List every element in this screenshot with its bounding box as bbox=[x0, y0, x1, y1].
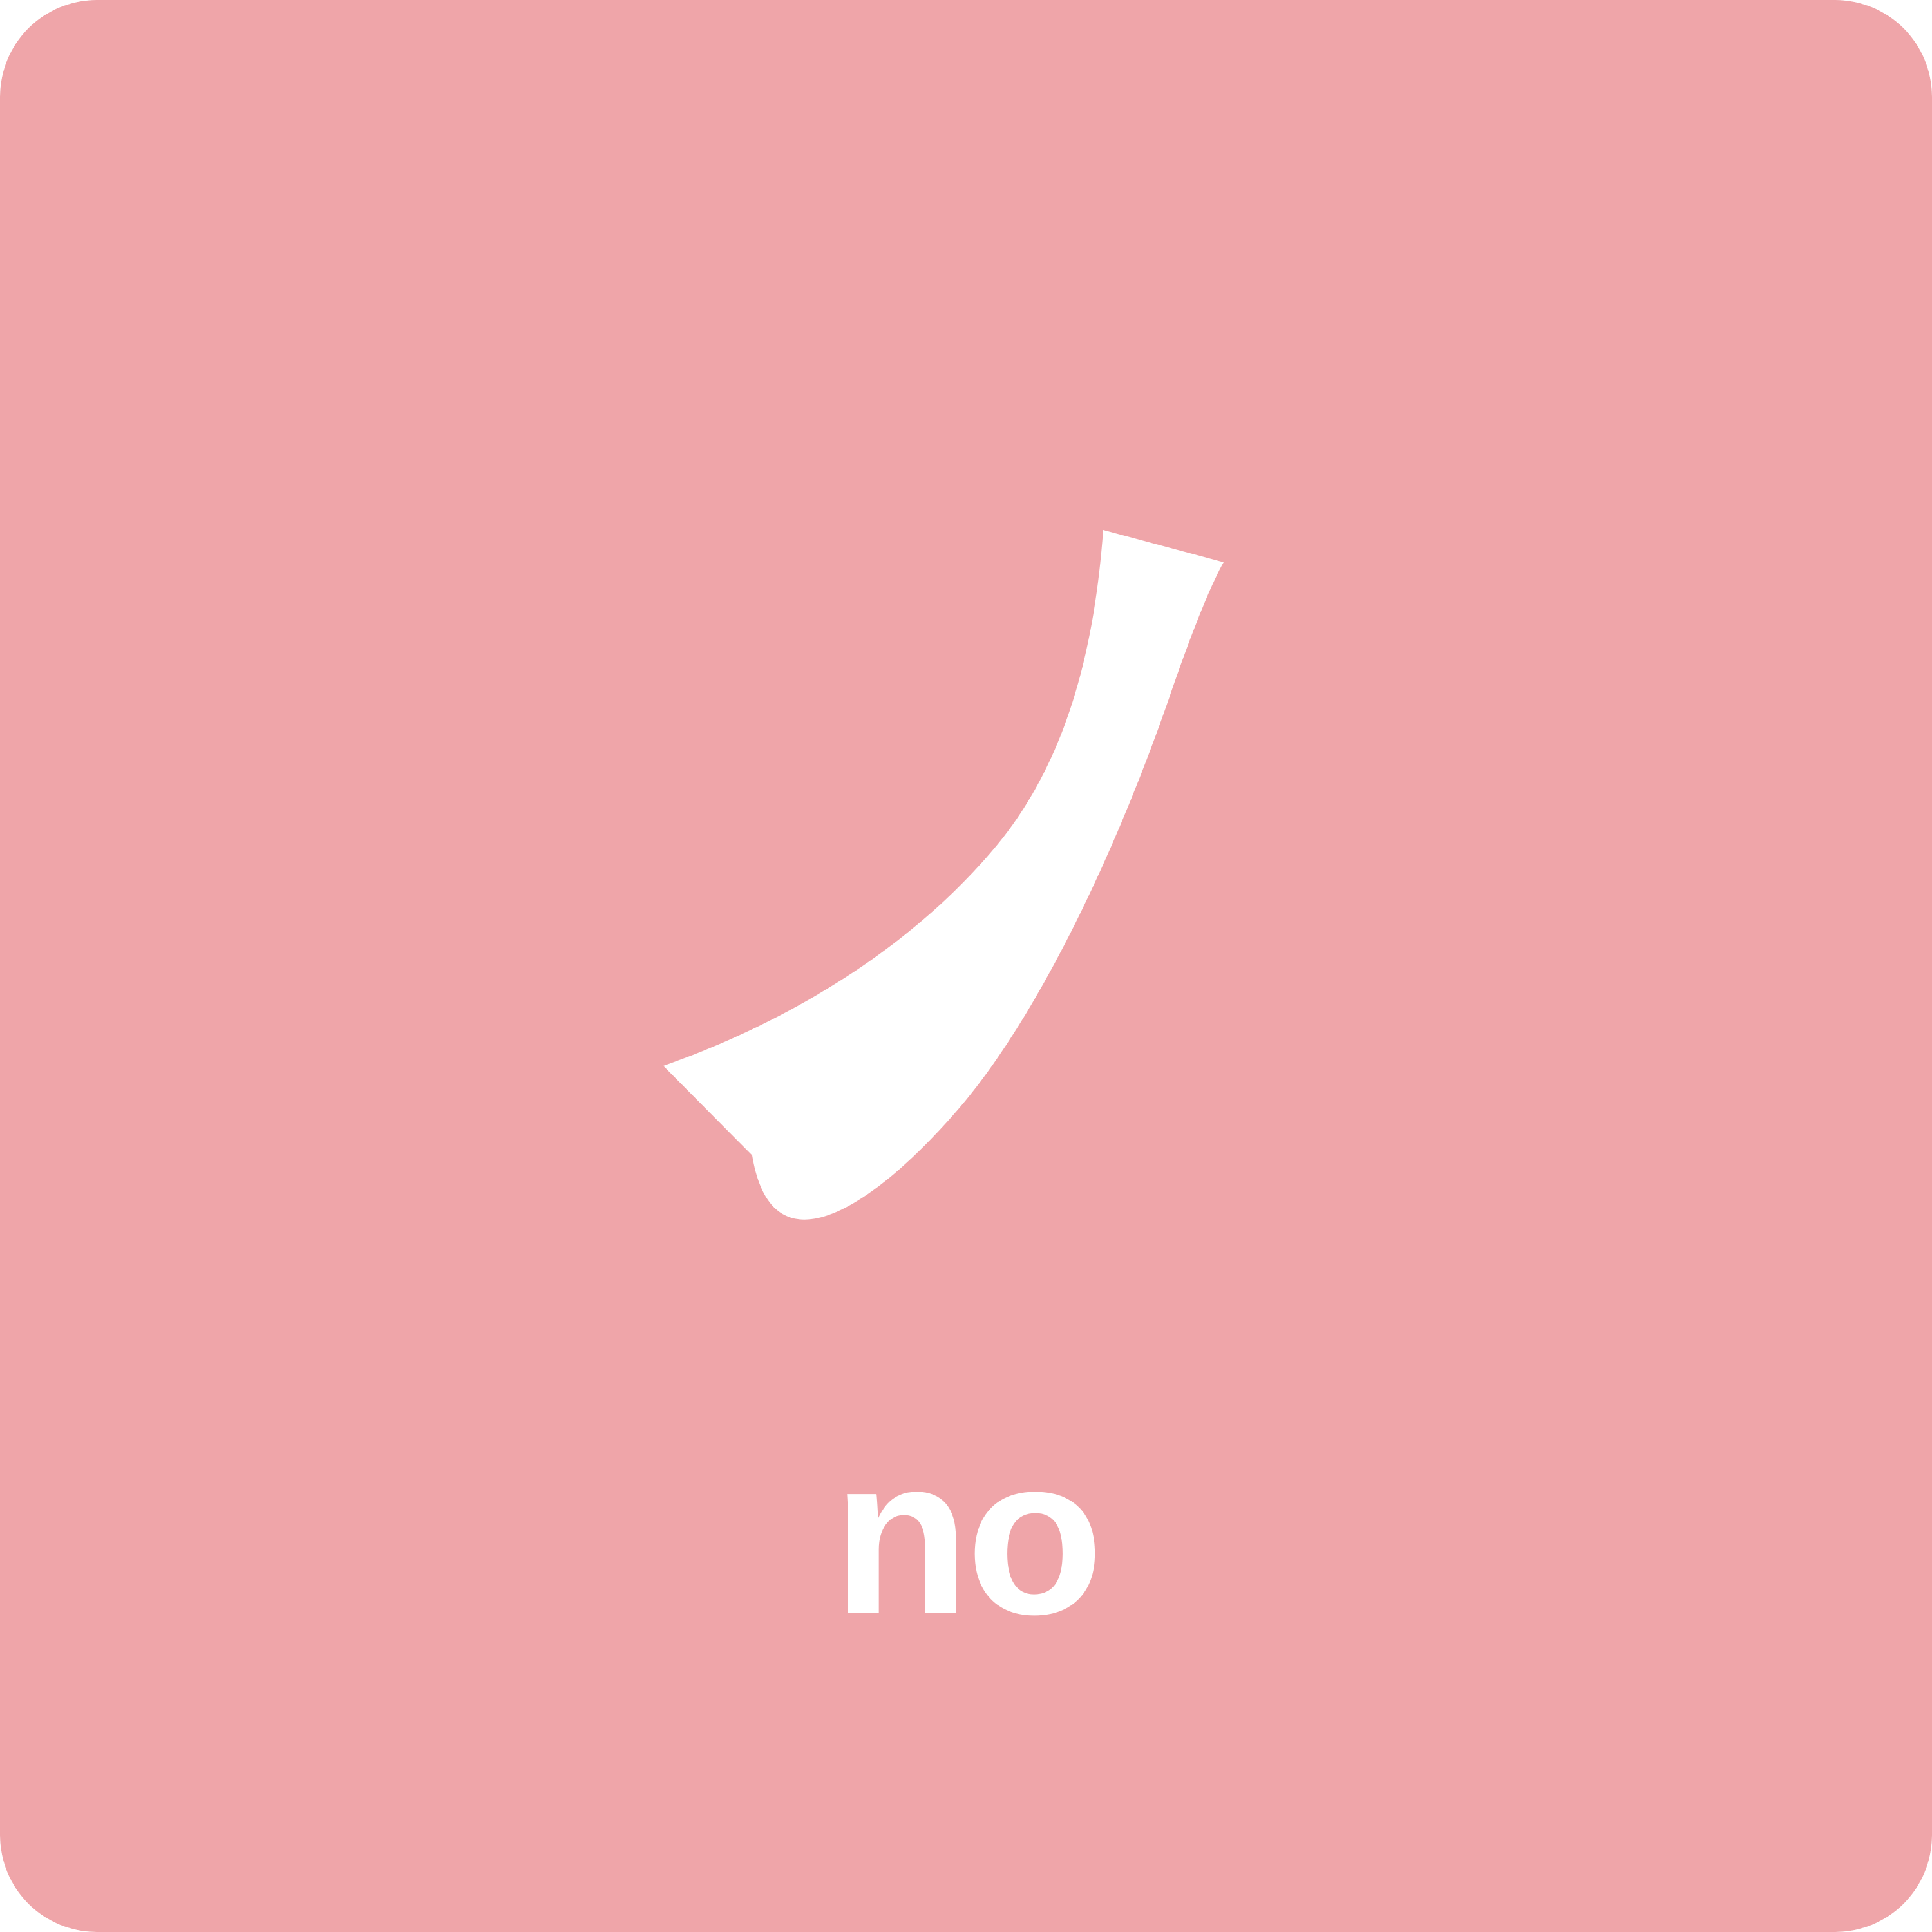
kana-card: no bbox=[0, 0, 1932, 1932]
romaji-label: no bbox=[832, 1410, 1104, 1662]
